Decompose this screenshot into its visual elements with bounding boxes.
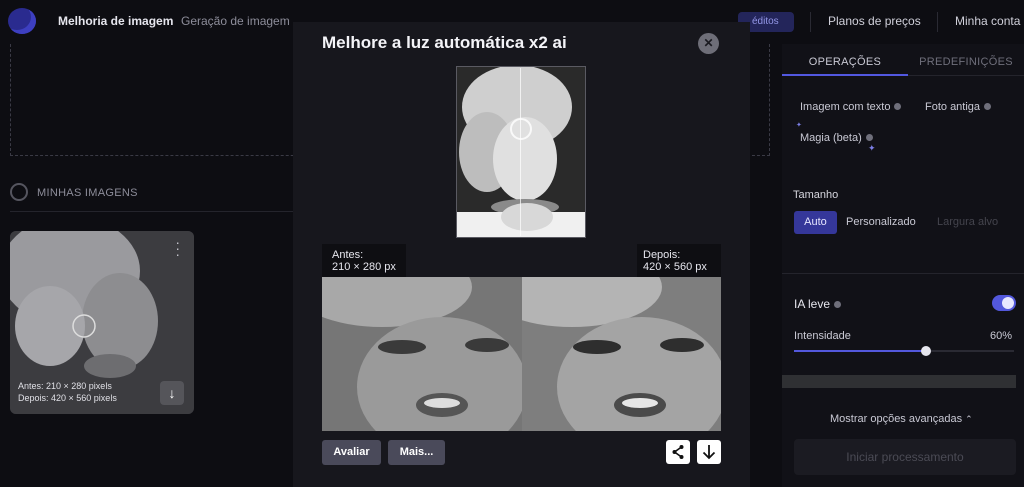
download-icon [702,445,716,460]
before-size: 210 × 280 px [332,261,396,273]
after-size: 420 × 560 px [643,261,707,273]
tab-presets[interactable]: PREDEFINIÇÕES [908,48,1024,76]
comparison-divider[interactable] [520,68,521,236]
my-images-heading: MINHAS IMAGENS [37,187,138,199]
after-info: Depois: 420 × 560 px [637,244,721,277]
before-image [322,277,522,431]
rate-button[interactable]: Avaliar [322,440,381,465]
show-advanced-options[interactable]: Mostrar opções avançadas ⌃ [830,413,973,425]
image-card[interactable]: · · · Antes: 210 × 280 pixels Depois: 420 … [10,231,194,414]
nav-divider [937,12,938,32]
info-icon [984,103,992,110]
ai-light-label: IA leve [794,297,842,311]
download-button[interactable] [697,440,721,464]
size-auto-button[interactable]: Auto [794,211,837,234]
after-zoom-image [522,277,721,431]
sparkle-icon: ✦ [868,143,876,153]
magnifier-lens[interactable] [510,118,532,140]
comparison-thumbnail[interactable] [456,66,586,238]
select-all-radio[interactable] [10,183,28,201]
size-label: Tamanho [793,189,839,201]
nav-my-account[interactable]: Minha conta [955,14,1020,28]
intensity-label: Intensidade [794,330,851,342]
tab-operations[interactable]: OPERAÇÕES [782,48,908,76]
portrait-thumbnail-image [457,67,585,237]
before-label: Antes: [332,249,364,261]
advanced-label: Mostrar opções avançadas [830,413,963,425]
nav-pricing-plans[interactable]: Planos de preços [828,14,921,28]
close-icon[interactable]: ✕ [698,33,719,54]
intensity-slider[interactable] [794,346,1014,356]
after-label: Depois: [643,249,681,261]
divider [10,211,300,212]
start-processing-button[interactable]: Iniciar processamento [794,439,1016,475]
target-width-field[interactable]: Largura alvo [937,216,998,228]
op-magic-beta[interactable]: Magia (beta) [800,132,873,144]
info-icon [865,134,873,141]
card-before-size: Antes: 210 × 280 pixels [18,381,112,391]
op-old-photo-label: Foto antiga [925,101,981,113]
card-download-icon[interactable]: ↓ [160,381,184,405]
ai-light-toggle[interactable] [992,295,1016,311]
op-old-photo[interactable]: Foto antiga [925,101,992,113]
size-custom-button[interactable]: Personalizado [846,216,916,228]
intensity-value: 60% [990,330,1013,342]
info-icon [834,301,842,308]
after-image [522,277,721,431]
modal-title: Melhore a luz automática x2 ai [322,33,567,52]
scrollbar[interactable] [782,375,1016,388]
intensity-slider-handle[interactable] [921,346,931,356]
op-magic-label: Magia (beta) [800,132,862,144]
before-zoom-image [322,277,522,431]
op-text-image[interactable]: Imagem com texto [800,101,902,113]
share-button[interactable] [666,440,690,464]
ai-light-text: IA leve [794,297,831,311]
card-after-size: Depois: 420 × 560 pixels [18,393,117,403]
divider [782,273,1024,274]
nav-divider [810,12,811,32]
app-logo[interactable] [8,8,36,34]
more-button[interactable]: Mais... [388,440,445,465]
sparkle-icon: ✦ [796,122,802,129]
share-icon [672,445,684,459]
chevron-up-icon: ⌃ [965,414,973,424]
nav-image-enhancement[interactable]: Melhoria de imagem [58,14,173,28]
intensity-slider-fill [794,350,926,352]
nav-image-generation[interactable]: Geração de imagem [181,14,290,28]
op-text-image-label: Imagem com texto [800,101,891,113]
before-info: Antes: 210 × 280 px [322,244,406,277]
info-icon [894,103,902,110]
card-menu-icon[interactable]: · · · [175,235,180,261]
